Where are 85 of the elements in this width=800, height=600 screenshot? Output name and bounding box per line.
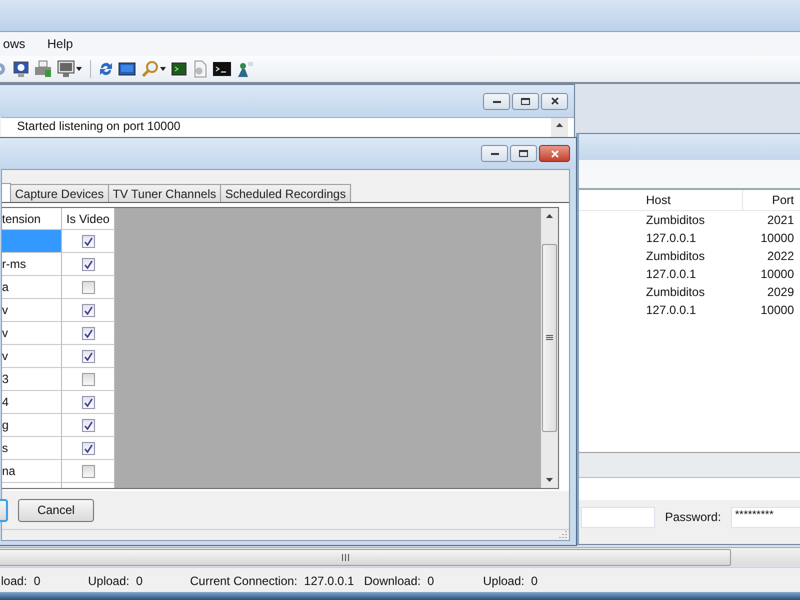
password-label: Password: xyxy=(665,510,722,524)
checkbox[interactable] xyxy=(82,396,94,408)
checkbox[interactable] xyxy=(82,418,94,432)
table-cell[interactable]: a xyxy=(2,276,62,299)
tab[interactable]: Scheduled Recordings xyxy=(220,184,351,202)
table-cell-text: 2029 xyxy=(766,285,794,299)
table-cell[interactable]: v xyxy=(2,345,62,368)
up-arrow-icon xyxy=(556,123,563,127)
table-cell-text: 10000 xyxy=(760,267,794,281)
grip-icon xyxy=(546,335,553,341)
maximize-button[interactable] xyxy=(510,145,537,162)
scroll-thumb[interactable] xyxy=(542,244,557,432)
up-arrow-icon xyxy=(546,214,553,218)
table-cell[interactable]: na xyxy=(2,460,62,483)
printer-icon[interactable] xyxy=(34,60,52,78)
close-icon xyxy=(550,150,558,158)
person-icon[interactable] xyxy=(236,60,254,78)
maximize-icon xyxy=(521,98,530,104)
status-text: Upload: 0 xyxy=(483,574,538,588)
resize-grip-icon[interactable] xyxy=(559,530,567,538)
checkbox[interactable] xyxy=(82,258,94,270)
close-button[interactable] xyxy=(539,145,570,162)
grip-icon xyxy=(342,554,348,561)
table-cell-text: Zumbiditos xyxy=(645,249,706,263)
minimize-button[interactable] xyxy=(483,92,510,110)
table-cell-text: Zumbiditos xyxy=(645,285,706,299)
table-cell-text: 127.0.0.1 xyxy=(645,267,698,281)
table-cell-text: 2021 xyxy=(766,213,794,227)
down-arrow-icon xyxy=(546,478,553,482)
close-icon xyxy=(550,97,558,105)
table-cell[interactable]: r-ms xyxy=(2,253,62,276)
status-text: load: 0 xyxy=(1,574,42,588)
column-header[interactable]: Port xyxy=(743,190,794,210)
table-cell-text: 10000 xyxy=(760,303,794,317)
scrollbar[interactable] xyxy=(541,208,558,488)
scroll-thumb[interactable] xyxy=(0,549,731,566)
table-cell-text: 2022 xyxy=(766,249,794,263)
column-header[interactable]: tension xyxy=(2,208,62,230)
status-text: Current Connection: 127.0.0.1 xyxy=(190,574,356,588)
table-cell-text: Zumbiditos xyxy=(645,213,706,227)
checkbox[interactable] xyxy=(82,304,94,316)
table-cell-text: 127.0.0.1 xyxy=(645,303,698,317)
terminal-icon[interactable] xyxy=(171,61,187,77)
refresh-icon[interactable] xyxy=(99,60,113,78)
close-button[interactable] xyxy=(541,92,568,110)
checkbox[interactable] xyxy=(82,442,94,454)
scrollbar[interactable] xyxy=(0,547,800,566)
log-line: Started listening on port 10000 xyxy=(17,119,182,133)
checkbox[interactable] xyxy=(82,372,94,386)
cancel-button[interactable]: Cancel xyxy=(18,498,94,522)
maximize-icon xyxy=(519,150,528,157)
table-cell[interactable] xyxy=(2,230,62,253)
minimize-icon xyxy=(492,100,500,102)
column-header[interactable]: Is Video xyxy=(62,208,115,230)
checkbox[interactable] xyxy=(82,464,94,478)
status-text: Upload: 0 xyxy=(88,574,144,588)
maximize-button[interactable] xyxy=(512,92,539,110)
monitor-icon[interactable] xyxy=(13,60,29,78)
table-cell[interactable]: 4 xyxy=(2,391,62,414)
minimize-icon xyxy=(490,152,498,155)
password-field[interactable]: ********* xyxy=(731,506,800,528)
table-cell[interactable]: s xyxy=(2,437,62,460)
checkbox[interactable] xyxy=(82,326,94,340)
table-cell[interactable]: g xyxy=(2,414,62,437)
table-cell[interactable]: v xyxy=(2,322,62,345)
column-header[interactable]: Host xyxy=(579,190,743,210)
checkbox[interactable] xyxy=(82,234,94,248)
caret-icon[interactable] xyxy=(76,67,82,71)
table-cell[interactable]: 3 xyxy=(2,368,62,391)
checkbox[interactable] xyxy=(82,350,94,362)
table-cell-text: 127.0.0.1 xyxy=(645,231,698,245)
tab[interactable]: TV Tuner Channels xyxy=(108,184,222,202)
screen-icon[interactable] xyxy=(118,61,136,77)
command-prompt-icon[interactable] xyxy=(213,62,231,76)
menu-item[interactable]: Help xyxy=(44,35,76,53)
caret-icon[interactable] xyxy=(160,67,166,71)
menu-item[interactable]: ows xyxy=(0,35,28,53)
checkbox[interactable] xyxy=(82,280,94,294)
tab[interactable]: Capture Devices xyxy=(10,184,109,202)
table-cell[interactable]: v xyxy=(2,299,62,322)
status-text: Download: 0 xyxy=(364,574,436,588)
table-cell-text: 10000 xyxy=(760,231,794,245)
minimize-button[interactable] xyxy=(481,145,508,162)
input-field[interactable] xyxy=(581,506,655,528)
monitor-icon[interactable] xyxy=(57,60,75,78)
